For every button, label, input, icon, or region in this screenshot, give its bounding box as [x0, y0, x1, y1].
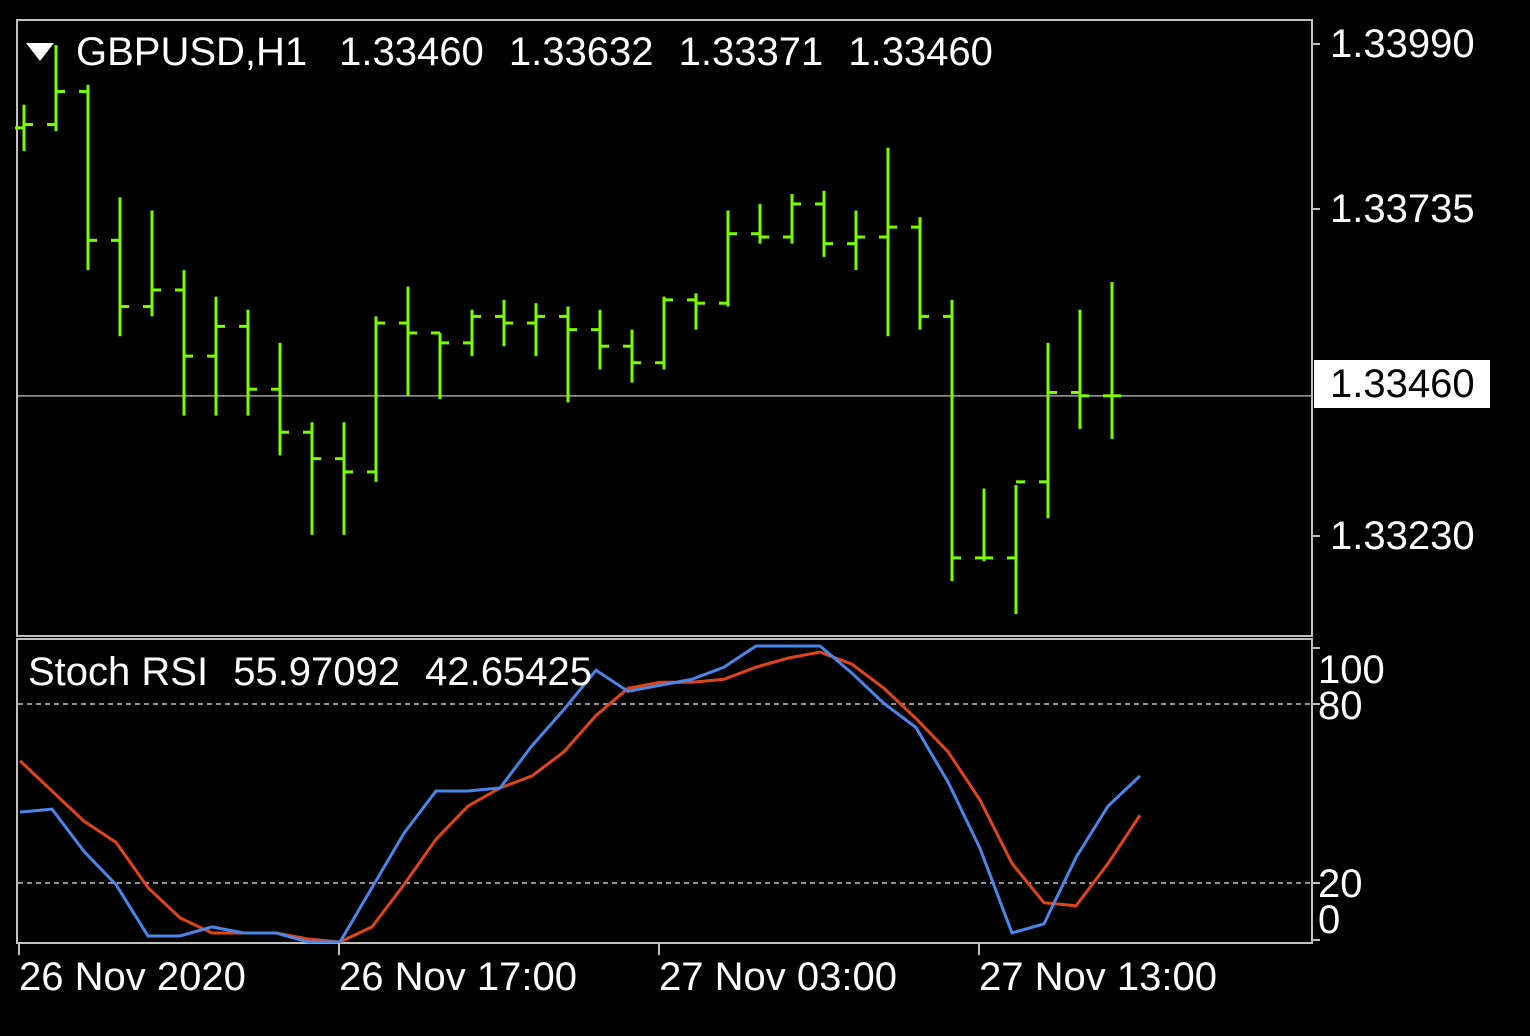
ohlc-bar — [239, 309, 257, 416]
close-value: 1.33460 — [848, 29, 993, 74]
ohlc-bar — [847, 210, 865, 271]
ohlc-bar — [399, 286, 417, 396]
indicator-value-1: 55.97092 — [233, 650, 401, 694]
ohlc-bar — [111, 197, 129, 337]
collapse-triangle-icon[interactable] — [26, 43, 54, 61]
ohlc-bar — [1007, 480, 1025, 615]
time-axis-label: 26 Nov 17:00 — [339, 955, 577, 999]
ohlc-bar — [719, 210, 737, 307]
ohlc-bar — [1103, 282, 1121, 439]
ohlc-bar — [271, 342, 289, 456]
indicator-value-2: 42.65425 — [425, 650, 593, 694]
ohlc-bar — [591, 309, 609, 370]
price-axis-label: 1.33990 — [1330, 22, 1475, 66]
ohlc-bar — [687, 293, 705, 330]
chart-header: GBPUSD,H1 1.33460 1.33632 1.33371 1.3346… — [26, 28, 1007, 76]
ohlc-bar — [303, 422, 321, 535]
high-value: 1.33632 — [508, 29, 654, 74]
time-axis-label: 27 Nov 03:00 — [659, 955, 897, 999]
ohlc-bar — [783, 194, 801, 244]
stoch-rsi-d-line — [18, 650, 1142, 944]
osc-axis-label: 0 — [1318, 898, 1341, 942]
open-value: 1.33460 — [339, 29, 484, 74]
ohlc-bar — [815, 190, 833, 257]
ohlc-bar — [655, 296, 673, 370]
low-value: 1.33371 — [678, 29, 824, 74]
ohlc-bar — [559, 306, 577, 403]
ohlc-bar — [495, 299, 513, 347]
time-axis-label: 26 Nov 2020 — [19, 955, 246, 999]
price-axis-label: 1.33230 — [1330, 514, 1475, 558]
ohlc-bar — [335, 422, 353, 535]
price-axis-label: 1.33735 — [1330, 187, 1475, 231]
ohlc-bar — [1039, 342, 1057, 519]
ohlc-values: 1.33460 1.33632 1.33371 1.33460 — [339, 30, 1007, 75]
ohlc-bar — [79, 84, 97, 271]
osc-axis-label: 80 — [1318, 684, 1363, 728]
ohlc-bar — [431, 331, 449, 400]
indicator-name: Stoch RSI — [28, 650, 209, 694]
ohlc-bar — [879, 147, 897, 337]
price-bars — [15, 45, 1121, 615]
ohlc-bar — [751, 203, 769, 244]
ohlc-bar — [143, 210, 161, 317]
time-axis-label: 27 Nov 13:00 — [979, 955, 1217, 999]
symbol-label: GBPUSD,H1 — [76, 29, 308, 74]
ohlc-bar — [527, 303, 545, 357]
ohlc-bar — [367, 316, 385, 482]
ohlc-bar — [623, 329, 641, 383]
ohlc-bar — [175, 270, 193, 416]
indicator-label: Stoch RSI 55.97092 42.65425 — [28, 650, 606, 695]
ohlc-bar — [943, 299, 961, 582]
chart-canvas[interactable] — [0, 0, 1530, 1036]
ohlc-bar — [207, 296, 225, 416]
current-price-label: 1.33460 — [1314, 360, 1490, 408]
ohlc-bar — [975, 488, 993, 562]
ohlc-bar — [911, 217, 929, 330]
ohlc-bar — [463, 309, 481, 357]
time-axis-ticks — [18, 943, 980, 955]
price-axis-ticks — [1312, 43, 1320, 941]
ohlc-bar — [1071, 309, 1089, 429]
